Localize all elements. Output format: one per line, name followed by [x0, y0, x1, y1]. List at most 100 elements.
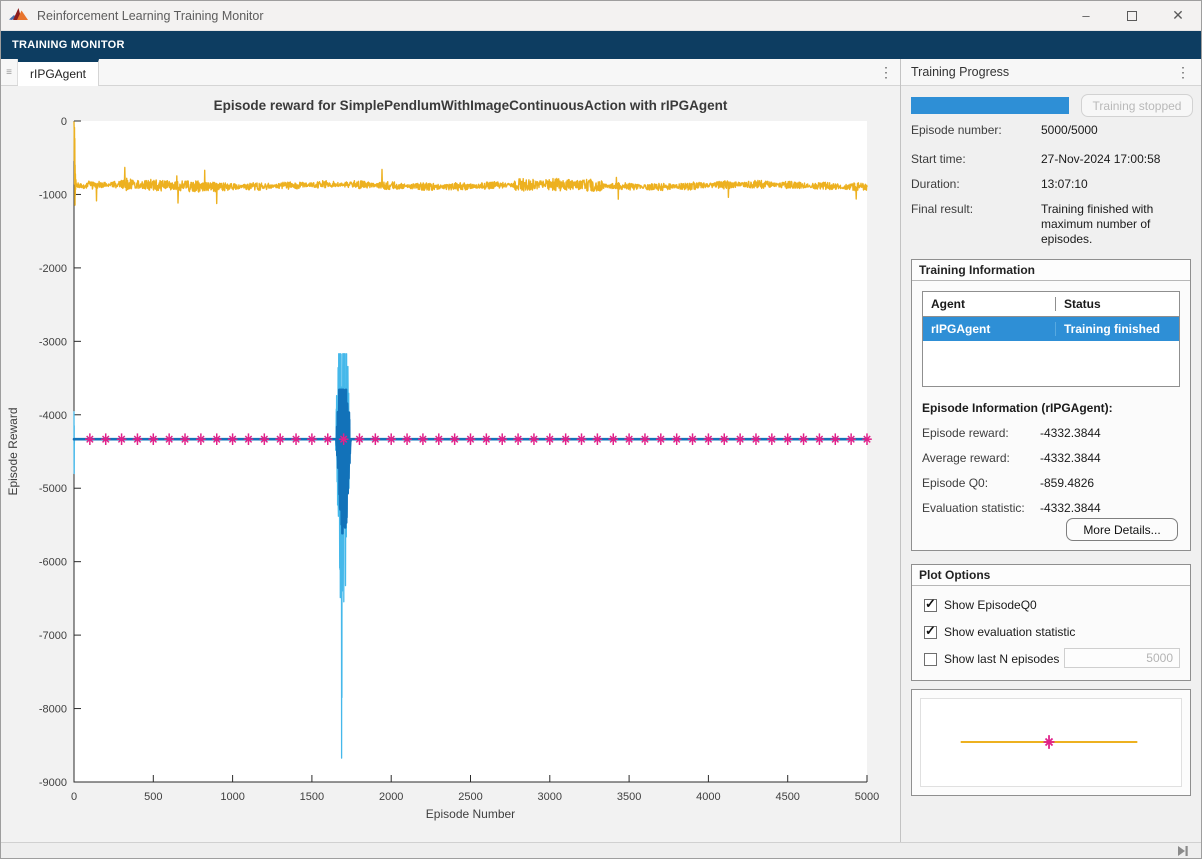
plot-option-checkbox-2[interactable]: ✓	[924, 653, 937, 666]
stat-value: -859.4826	[1040, 476, 1094, 490]
tab-ripgagent[interactable]: rIPGAgent	[18, 59, 99, 86]
matlab-logo-icon	[9, 7, 29, 24]
svg-text:2000: 2000	[379, 791, 403, 803]
column-header-status: Status	[1055, 297, 1179, 311]
field-label: Episode number:	[911, 123, 1041, 138]
reward-thumbnail-plot	[920, 698, 1182, 787]
show-last-n-episodes-option[interactable]: ✓ Show last N episodes	[924, 651, 1059, 667]
table-row[interactable]: rIPGAgent Training finished	[923, 317, 1179, 341]
document-area: ≡ rIPGAgent ⋮ Episode reward for SimpleP…	[1, 59, 901, 842]
agent-status-table: Agent Status rIPGAgent Training finished	[922, 291, 1180, 387]
episode-number-row: Episode number: 5000/5000	[911, 123, 1195, 138]
column-header-agent: Agent	[923, 297, 1055, 311]
svg-text:1500: 1500	[300, 791, 324, 803]
title-bar: Reinforcement Learning Training Monitor …	[1, 1, 1201, 31]
field-value: 5000/5000	[1041, 123, 1195, 138]
panel-title: Training Progress	[911, 65, 1009, 79]
expand-panel-icon[interactable]	[1176, 845, 1189, 859]
final-result-row: Final result: Training finished with max…	[911, 202, 1195, 247]
average-reward-row: Average reward: -4332.3844	[922, 451, 1182, 465]
stat-label: Evaluation statistic:	[922, 501, 1040, 515]
panel-header: Training Progress ⋮	[901, 59, 1201, 86]
training-progress-bar	[911, 97, 1069, 114]
svg-text:1000: 1000	[220, 791, 244, 803]
drag-handle-icon[interactable]: ≡	[1, 59, 18, 85]
field-label: Duration:	[911, 177, 1041, 192]
stat-label: Episode reward:	[922, 426, 1040, 440]
svg-text:2500: 2500	[458, 791, 482, 803]
field-value: 27-Nov-2024 17:00:58	[1041, 152, 1195, 167]
status-bar	[1, 842, 1201, 859]
svg-text:0: 0	[61, 116, 67, 128]
panel-menu-icon[interactable]: ⋮	[1169, 63, 1197, 82]
svg-text:-2000: -2000	[39, 263, 67, 275]
svg-text:Episode Reward: Episode Reward	[6, 407, 20, 495]
evaluation-statistic-row: Evaluation statistic: -4332.3844	[922, 501, 1182, 515]
svg-text:-4000: -4000	[39, 410, 67, 422]
check-icon: ✓	[925, 597, 936, 610]
svg-text:-7000: -7000	[39, 630, 67, 642]
svg-text:-5000: -5000	[39, 483, 67, 495]
episode-information-title: Episode Information (rIPGAgent):	[922, 401, 1113, 415]
episode-q0-row: Episode Q0: -859.4826	[922, 476, 1182, 490]
svg-text:-6000: -6000	[39, 557, 67, 569]
field-label: Final result:	[911, 202, 1041, 247]
field-label: Start time:	[911, 152, 1041, 167]
svg-text:500: 500	[144, 791, 162, 803]
episode-reward-chart: Episode reward for SimplePendlumWithImag…	[1, 86, 899, 842]
agent-cell: rIPGAgent	[923, 322, 1055, 336]
table-header-row: Agent Status	[923, 292, 1179, 317]
more-details-button[interactable]: More Details...	[1066, 518, 1178, 541]
toolstrip-tab-training-monitor[interactable]: TRAINING MONITOR	[12, 39, 125, 51]
toolstrip: TRAINING MONITOR	[1, 31, 1201, 59]
episode-reward-row: Episode reward: -4332.3844	[922, 426, 1182, 440]
svg-text:4000: 4000	[696, 791, 720, 803]
plot-option-checkbox-1[interactable]: ✓	[924, 626, 937, 639]
group-title: Training Information	[912, 260, 1190, 281]
checkbox-label: Show EpisodeQ0	[944, 598, 1037, 612]
stat-label: Episode Q0:	[922, 476, 1040, 490]
chart-figure: Episode reward for SimplePendlumWithImag…	[1, 86, 900, 842]
stat-value: -4332.3844	[1040, 501, 1101, 515]
check-icon: ✓	[925, 624, 936, 637]
show-episodeq0-option[interactable]: ✓ Show EpisodeQ0	[924, 597, 1037, 613]
training-stopped-button[interactable]: Training stopped	[1081, 94, 1193, 117]
svg-text:3500: 3500	[617, 791, 641, 803]
svg-text:-9000: -9000	[39, 777, 67, 789]
plot-option-checkbox-0[interactable]: ✓	[924, 599, 937, 612]
close-icon[interactable]: ✕	[1155, 1, 1201, 30]
stat-value: -4332.3844	[1040, 451, 1101, 465]
show-evaluation-statistic-option[interactable]: ✓ Show evaluation statistic	[924, 624, 1075, 640]
training-progress-panel: Training Progress ⋮ Training stopped Epi…	[901, 59, 1201, 842]
svg-text:Episode reward for SimplePendl: Episode reward for SimplePendlumWithImag…	[214, 98, 728, 113]
app-window: Reinforcement Learning Training Monitor …	[0, 0, 1202, 859]
svg-text:0: 0	[71, 791, 77, 803]
document-tab-bar: ≡ rIPGAgent ⋮	[1, 59, 900, 86]
tab-label: rIPGAgent	[30, 67, 86, 81]
svg-text:-8000: -8000	[39, 704, 67, 716]
window-title: Reinforcement Learning Training Monitor	[37, 9, 264, 23]
svg-text:Episode Number: Episode Number	[426, 807, 515, 821]
svg-text:4500: 4500	[775, 791, 799, 803]
plot-options-group: Plot Options ✓ Show EpisodeQ0 ✓ Show eva…	[911, 564, 1191, 681]
tab-bar-menu-icon[interactable]: ⋮	[872, 59, 900, 85]
svg-text:-3000: -3000	[39, 336, 67, 348]
field-value: Training finished with maximum number of…	[1041, 202, 1191, 247]
checkbox-label: Show last N episodes	[944, 652, 1059, 666]
duration-row: Duration: 13:07:10	[911, 177, 1195, 192]
stat-label: Average reward:	[922, 451, 1040, 465]
reward-thumbnail-group	[911, 689, 1191, 796]
last-n-episodes-input[interactable]	[1064, 648, 1180, 668]
main-area: ≡ rIPGAgent ⋮ Episode reward for SimpleP…	[1, 59, 1201, 842]
training-information-group: Training Information Agent Status rIPGAg…	[911, 259, 1191, 551]
svg-text:3000: 3000	[538, 791, 562, 803]
stat-value: -4332.3844	[1040, 426, 1101, 440]
window-controls: – ✕	[1063, 1, 1201, 30]
field-value: 13:07:10	[1041, 177, 1195, 192]
start-time-row: Start time: 27-Nov-2024 17:00:58	[911, 152, 1195, 167]
maximize-icon[interactable]	[1109, 1, 1155, 30]
status-cell: Training finished	[1055, 322, 1179, 336]
minimize-icon[interactable]: –	[1063, 1, 1109, 30]
panel-body: Training stopped Episode number: 5000/50…	[901, 86, 1201, 842]
svg-text:5000: 5000	[855, 791, 879, 803]
